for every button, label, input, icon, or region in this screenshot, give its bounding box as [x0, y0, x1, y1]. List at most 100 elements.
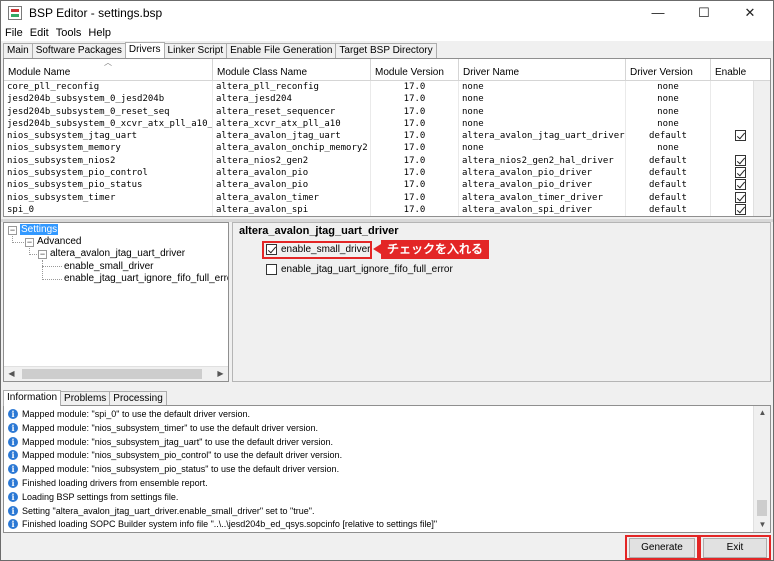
tab-main[interactable]: Main [3, 43, 33, 58]
cell-module-class: altera_nios2_gen2 [213, 154, 371, 168]
scroll-up-icon[interactable]: ▲ [754, 406, 770, 420]
cell-module-name: nios_subsystem_pio_status [4, 179, 213, 192]
table-row[interactable]: nios_subsystem_memory altera_avalon_onchi… [4, 142, 770, 155]
collapse-icon[interactable]: − [38, 250, 47, 259]
menu-edit[interactable]: Edit [27, 27, 52, 39]
info-icon: i [8, 505, 18, 516]
cell-module-version: 17.0 [371, 179, 459, 192]
cell-module-version: 17.0 [371, 191, 459, 204]
log-line: i Mapped module: "nios_subsystem_jtag_uar… [8, 436, 333, 447]
tree-node-driver[interactable]: altera_avalon_jtag_uart_driver [50, 248, 185, 260]
cell-module-class: altera_pll_reconfig [213, 81, 371, 94]
table-row[interactable]: spi_0 altera_avalon_spi 17.0 altera_avalon_… [4, 203, 770, 216]
driver-settings-panel: altera_avalon_jtag_uart_driver enable_sm… [232, 222, 771, 382]
scrollbar-thumb[interactable] [757, 500, 767, 516]
tab-target-bsp-directory[interactable]: Target BSP Directory [335, 43, 437, 58]
tab-problems[interactable]: Problems [60, 391, 111, 406]
table-row[interactable]: nios_subsystem_timer altera_avalon_timer 1… [4, 191, 770, 204]
table-row[interactable]: nios_subsystem_nios2 altera_nios2_gen2 17.… [4, 154, 770, 168]
tree-node-enable-small-driver[interactable]: enable_small_driver [64, 261, 154, 273]
enable-checkbox[interactable] [735, 191, 746, 203]
cell-driver-name: altera_nios2_gen2_hal_driver [459, 154, 626, 168]
enable-checkbox[interactable] [735, 167, 746, 179]
close-button[interactable]: ✕ [727, 1, 773, 24]
cell-driver-version: none [626, 117, 711, 131]
output-tabs: Information Problems Processing [3, 390, 167, 406]
tree-node-settings[interactable]: Settings [20, 224, 59, 236]
scrollbar-thumb[interactable] [22, 369, 202, 379]
info-icon: i [8, 422, 18, 433]
tab-linker-script[interactable]: Linker Script [163, 43, 228, 58]
info-icon: i [8, 450, 18, 461]
cell-driver-version: default [626, 130, 711, 143]
log-vertical-scrollbar[interactable]: ▲ ▼ [753, 406, 770, 532]
column-header-module-version[interactable]: Module Version [371, 59, 459, 81]
table-vertical-scrollbar[interactable] [753, 81, 770, 216]
cell-module-name: nios_subsystem_timer [4, 191, 213, 204]
enable-checkbox[interactable] [735, 179, 746, 191]
table-row[interactable]: nios_subsystem_pio_control altera_avalon_… [4, 167, 770, 180]
menu-file[interactable]: File [2, 27, 26, 39]
exit-button[interactable]: Exit [703, 538, 767, 558]
log-text: Mapped module: "nios_subsystem_pio_statu… [22, 464, 340, 475]
tab-drivers[interactable]: Drivers [124, 42, 165, 58]
collapse-icon[interactable]: − [25, 238, 34, 247]
sort-ascending-icon: ︿ [104, 59, 112, 67]
scroll-down-icon[interactable]: ▼ [754, 518, 770, 532]
column-header-module-name[interactable]: Module Name ︿ [4, 59, 213, 81]
cell-module-class: altera_avalon_pio [213, 167, 371, 180]
info-icon: i [8, 519, 18, 530]
column-header-driver-version[interactable]: Driver Version [626, 59, 711, 81]
table-row[interactable]: jesd204b_subsystem_0_xcvr_atx_pll_a10_0 a… [4, 117, 770, 131]
column-header-enable[interactable]: Enable [711, 59, 770, 81]
cell-module-class: altera_avalon_jtag_uart [213, 130, 371, 143]
log-line: i Mapped module: "nios_subsystem_pio_cont… [8, 450, 343, 461]
table-row[interactable]: jesd204b_subsystem_0_jesd204b altera_jesd… [4, 93, 770, 106]
minimize-button[interactable]: — [635, 1, 681, 24]
scroll-right-icon[interactable]: ▶ [213, 367, 228, 381]
enable-checkbox[interactable] [735, 154, 746, 166]
log-text: Mapped module: "spi_0" to use the defaul… [22, 409, 251, 419]
column-header-module-class[interactable]: Module Class Name [213, 59, 371, 81]
collapse-icon[interactable]: − [8, 226, 17, 235]
tree-node-ignore-fifo-full-error[interactable]: enable_jtag_uart_ignore_fifo_full_error [64, 273, 228, 285]
info-icon: i [8, 478, 18, 488]
table-row[interactable]: jesd204b_subsystem_0_reset_seq altera_res… [4, 105, 770, 118]
tree-node-advanced[interactable]: Advanced [37, 236, 81, 248]
log-text: Loading BSP settings from settings file. [22, 491, 179, 502]
tab-processing[interactable]: Processing [109, 391, 167, 406]
log-line: i Setting "altera_avalon_jtag_uart_driver… [8, 505, 315, 516]
cell-module-version: 17.0 [371, 93, 459, 106]
log-text: Mapped module: "nios_subsystem_pio_contr… [22, 450, 343, 461]
enable-checkbox[interactable] [735, 203, 746, 215]
tree-connector [12, 242, 26, 243]
tab-enable-file-generation[interactable]: Enable File Generation [226, 43, 337, 58]
enable-checkbox[interactable] [735, 130, 746, 142]
table-row[interactable]: core_pll_reconfig altera_pll_reconfig 17.0… [4, 81, 770, 94]
log-line: i Mapped module: "nios_subsystem_timer" t… [8, 422, 318, 433]
generate-button[interactable]: Generate [629, 538, 695, 558]
tab-software-packages[interactable]: Software Packages [31, 43, 126, 58]
ignore-fifo-full-error-option[interactable]: enable_jtag_uart_ignore_fifo_full_error [266, 264, 453, 275]
log-text: Setting "altera_avalon_jtag_uart_driver.… [22, 505, 315, 516]
menu-help[interactable]: Help [85, 27, 114, 39]
info-icon: i [8, 464, 18, 475]
table-row[interactable]: nios_subsystem_jtag_uart altera_avalon_jt… [4, 130, 770, 143]
info-icon: i [8, 436, 18, 447]
maximize-button[interactable]: ☐ [681, 1, 727, 24]
ignore-fifo-full-error-checkbox[interactable] [266, 264, 277, 275]
cell-driver-name: none [459, 142, 626, 155]
cell-module-name: nios_subsystem_pio_control [4, 167, 213, 180]
table-row[interactable]: nios_subsystem_pio_status altera_avalon_p… [4, 179, 770, 192]
cell-driver-version: default [626, 191, 711, 204]
tree-horizontal-scrollbar[interactable]: ◀ ▶ [4, 366, 228, 381]
ignore-fifo-full-error-label: enable_jtag_uart_ignore_fifo_full_error [281, 264, 453, 275]
column-header-driver-name[interactable]: Driver Name [459, 59, 626, 81]
menu-tools[interactable]: Tools [53, 27, 85, 39]
bsp-editor-window: BSP Editor - settings.bsp — ☐ ✕ File Edi… [0, 0, 774, 561]
cell-module-version: 17.0 [371, 154, 459, 168]
cell-module-class: altera_jesd204 [213, 93, 371, 106]
cell-module-class: altera_reset_sequencer [213, 105, 371, 118]
tab-information[interactable]: Information [3, 390, 62, 406]
scroll-left-icon[interactable]: ◀ [4, 367, 19, 381]
